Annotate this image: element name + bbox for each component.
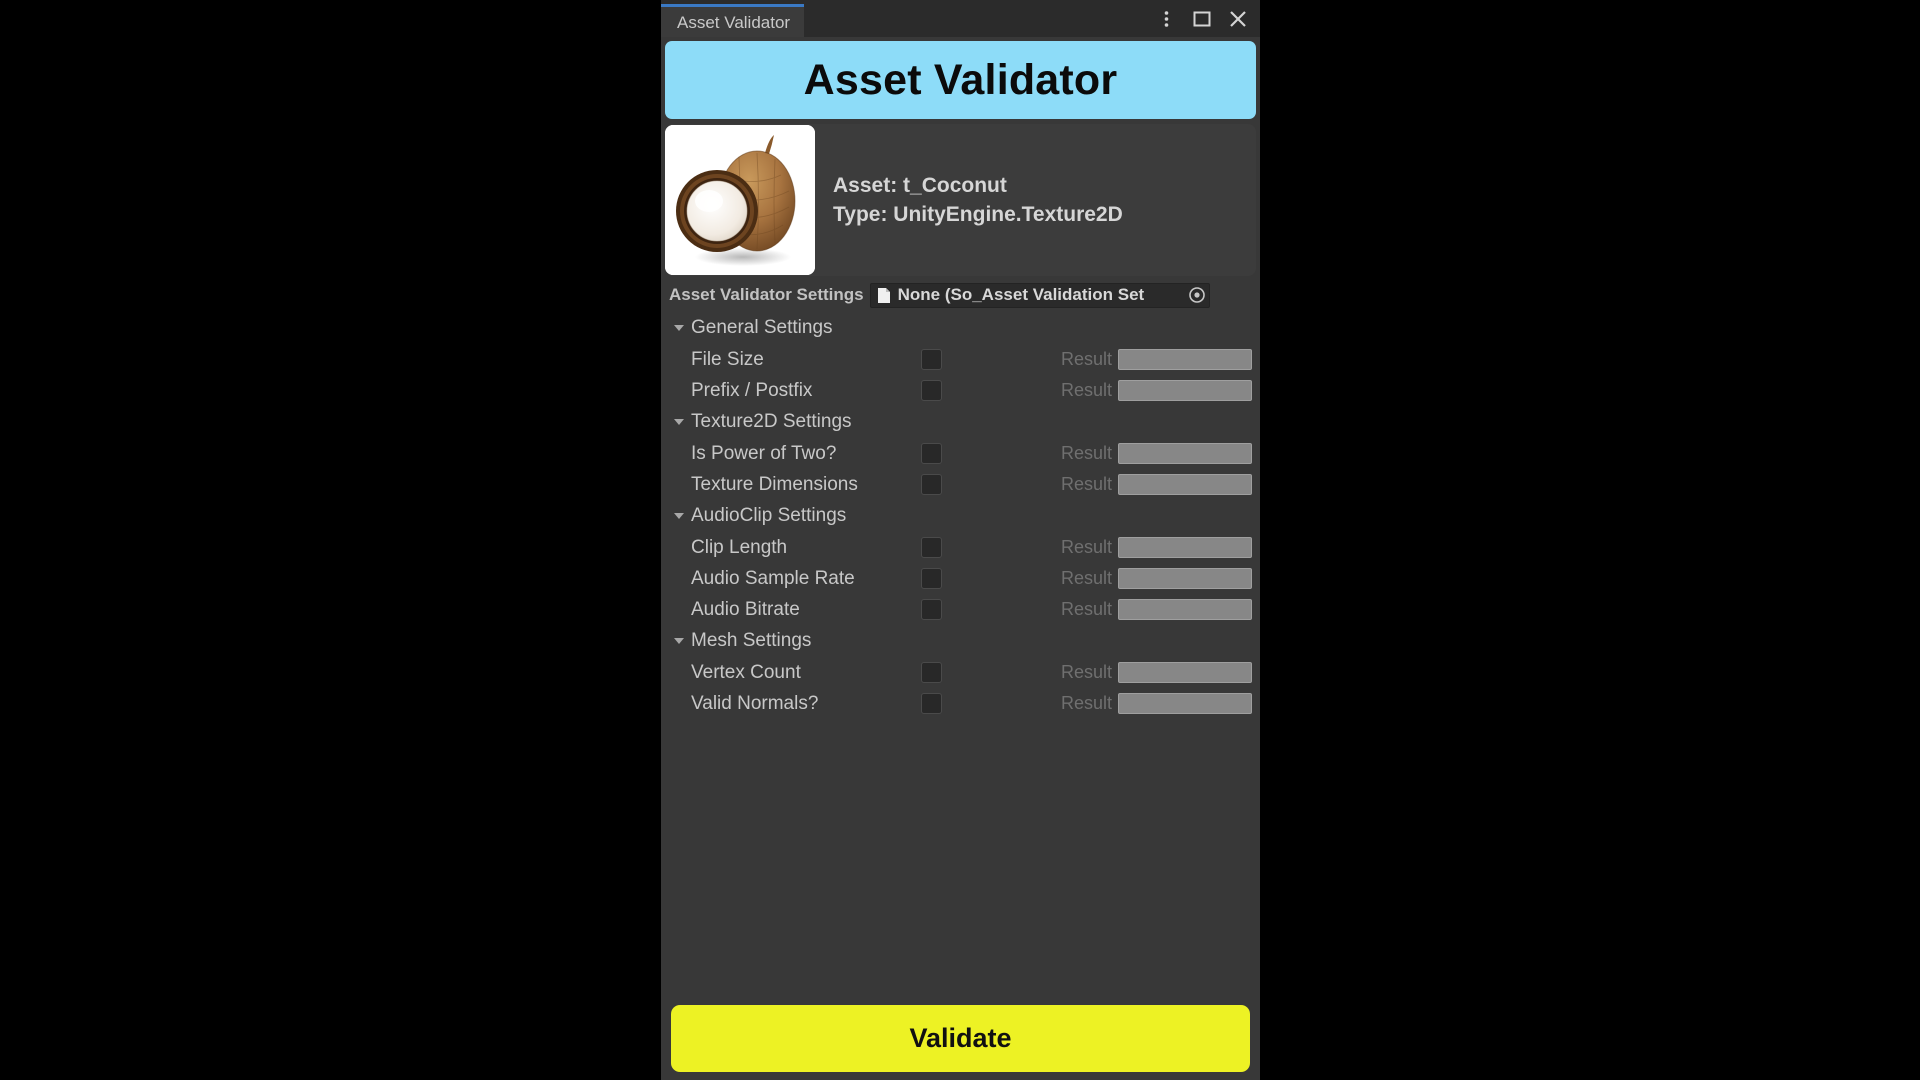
validation-row-checkbox[interactable] [921, 568, 942, 589]
group-header-audioclip-settings[interactable]: AudioClip Settings [663, 500, 1258, 532]
result-label: Result [1061, 537, 1113, 557]
group-header-general-settings[interactable]: General Settings [663, 312, 1258, 344]
validation-settings-tree: General Settings File Size Result Prefix… [663, 312, 1258, 1005]
asset-validator-window: Asset Validator Asset Validator Asset: t… [661, 0, 1260, 1080]
chevron-down-icon[interactable] [671, 508, 687, 524]
coconut-texture-thumbnail [665, 125, 815, 275]
validation-row-label: Audio Sample Rate [691, 567, 855, 589]
asset-name-line: Asset: t_Coconut [833, 173, 1007, 197]
result-field[interactable] [1118, 474, 1252, 495]
page-title: Asset Validator [803, 55, 1118, 104]
window-body: Asset Validator Asset: t_Coconut Type: U… [661, 37, 1260, 1080]
scriptable-object-document-icon [877, 287, 891, 304]
validation-row-checkbox[interactable] [921, 443, 942, 464]
chevron-down-icon[interactable] [671, 633, 687, 649]
validation-result: Result [1061, 349, 1252, 370]
validation-row-label: Vertex Count [691, 661, 801, 683]
asset-validator-settings-row: Asset Validator Settings None (So_Asset … [669, 282, 1258, 308]
validation-result: Result [1061, 693, 1252, 714]
footer: Validate [663, 1005, 1258, 1080]
validation-result: Result [1061, 537, 1252, 558]
settings-field-label: Asset Validator Settings [669, 285, 864, 304]
validation-row[interactable]: Valid Normals? Result [663, 688, 1258, 719]
window-titlebar: Asset Validator [661, 0, 1260, 37]
validation-row-label: Texture Dimensions [691, 473, 858, 495]
validation-result: Result [1061, 443, 1252, 464]
asset-type-line: Type: UnityEngine.Texture2D [833, 203, 1123, 226]
validation-row-label: Prefix / Postfix [691, 379, 813, 401]
group-title: Texture2D Settings [691, 411, 852, 432]
result-label: Result [1061, 349, 1113, 369]
validation-row[interactable]: Is Power of Two? Result [663, 438, 1258, 469]
validation-row-label: Valid Normals? [691, 692, 819, 714]
validation-result: Result [1061, 599, 1252, 620]
validation-row-checkbox[interactable] [921, 599, 942, 620]
validation-row-checkbox[interactable] [921, 349, 942, 370]
chevron-down-icon[interactable] [671, 414, 687, 430]
validation-row[interactable]: Vertex Count Result [663, 657, 1258, 688]
settings-object-field[interactable]: None (So_Asset Validation Set [869, 282, 1210, 308]
validation-row-checkbox[interactable] [921, 537, 942, 558]
tab-label: Asset Validator [677, 12, 791, 32]
asset-info: Asset: t_Coconut Type: UnityEngine.Textu… [833, 172, 1123, 229]
group-header-mesh-settings[interactable]: Mesh Settings [663, 625, 1258, 657]
result-field[interactable] [1118, 599, 1252, 620]
result-label: Result [1061, 599, 1113, 619]
validation-row-checkbox[interactable] [921, 380, 942, 401]
close-icon[interactable] [1222, 3, 1254, 35]
validation-row[interactable]: Audio Sample Rate Result [663, 563, 1258, 594]
header-banner: Asset Validator [665, 41, 1256, 119]
validation-row-label: Audio Bitrate [691, 598, 800, 620]
window-controls [1150, 0, 1254, 37]
validation-result: Result [1061, 380, 1252, 401]
result-label: Result [1061, 474, 1113, 494]
result-field[interactable] [1118, 443, 1252, 464]
validate-button[interactable]: Validate [671, 1005, 1250, 1072]
result-label: Result [1061, 443, 1113, 463]
result-field[interactable] [1118, 662, 1252, 683]
validation-row-checkbox[interactable] [921, 474, 942, 495]
validation-row[interactable]: Prefix / Postfix Result [663, 375, 1258, 406]
chevron-down-icon[interactable] [671, 320, 687, 336]
result-label: Result [1061, 380, 1113, 400]
group-title: General Settings [691, 317, 833, 338]
screen-root: Asset Validator Asset Validator Asset: t… [0, 0, 1920, 1080]
validation-result: Result [1061, 662, 1252, 683]
validation-row-label: Is Power of Two? [691, 442, 837, 464]
settings-object-value: None (So_Asset Validation Set [897, 285, 1145, 304]
group-title: AudioClip Settings [691, 505, 847, 526]
asset-preview-card: Asset: t_Coconut Type: UnityEngine.Textu… [665, 124, 1256, 276]
validation-row[interactable]: Audio Bitrate Result [663, 594, 1258, 625]
validation-row-label: File Size [691, 348, 764, 370]
result-label: Result [1061, 662, 1113, 682]
validation-row-label: Clip Length [691, 536, 788, 558]
object-picker-target-icon[interactable] [1188, 286, 1206, 304]
result-field[interactable] [1118, 380, 1252, 401]
maximize-icon[interactable] [1186, 3, 1218, 35]
validation-result: Result [1061, 474, 1252, 495]
validation-result: Result [1061, 568, 1252, 589]
result-label: Result [1061, 693, 1113, 713]
validation-row-checkbox[interactable] [921, 662, 942, 683]
tab-asset-validator[interactable]: Asset Validator [661, 4, 805, 37]
result-field[interactable] [1118, 693, 1252, 714]
group-header-texture2d-settings[interactable]: Texture2D Settings [663, 406, 1258, 438]
validation-row[interactable]: Texture Dimensions Result [663, 469, 1258, 500]
validation-row[interactable]: File Size Result [663, 344, 1258, 375]
result-field[interactable] [1118, 568, 1252, 589]
result-field[interactable] [1118, 537, 1252, 558]
group-title: Mesh Settings [691, 630, 812, 651]
result-label: Result [1061, 568, 1113, 588]
kebab-menu-icon[interactable] [1150, 3, 1182, 35]
result-field[interactable] [1118, 349, 1252, 370]
validation-row[interactable]: Clip Length Result [663, 532, 1258, 563]
validation-row-checkbox[interactable] [921, 693, 942, 714]
